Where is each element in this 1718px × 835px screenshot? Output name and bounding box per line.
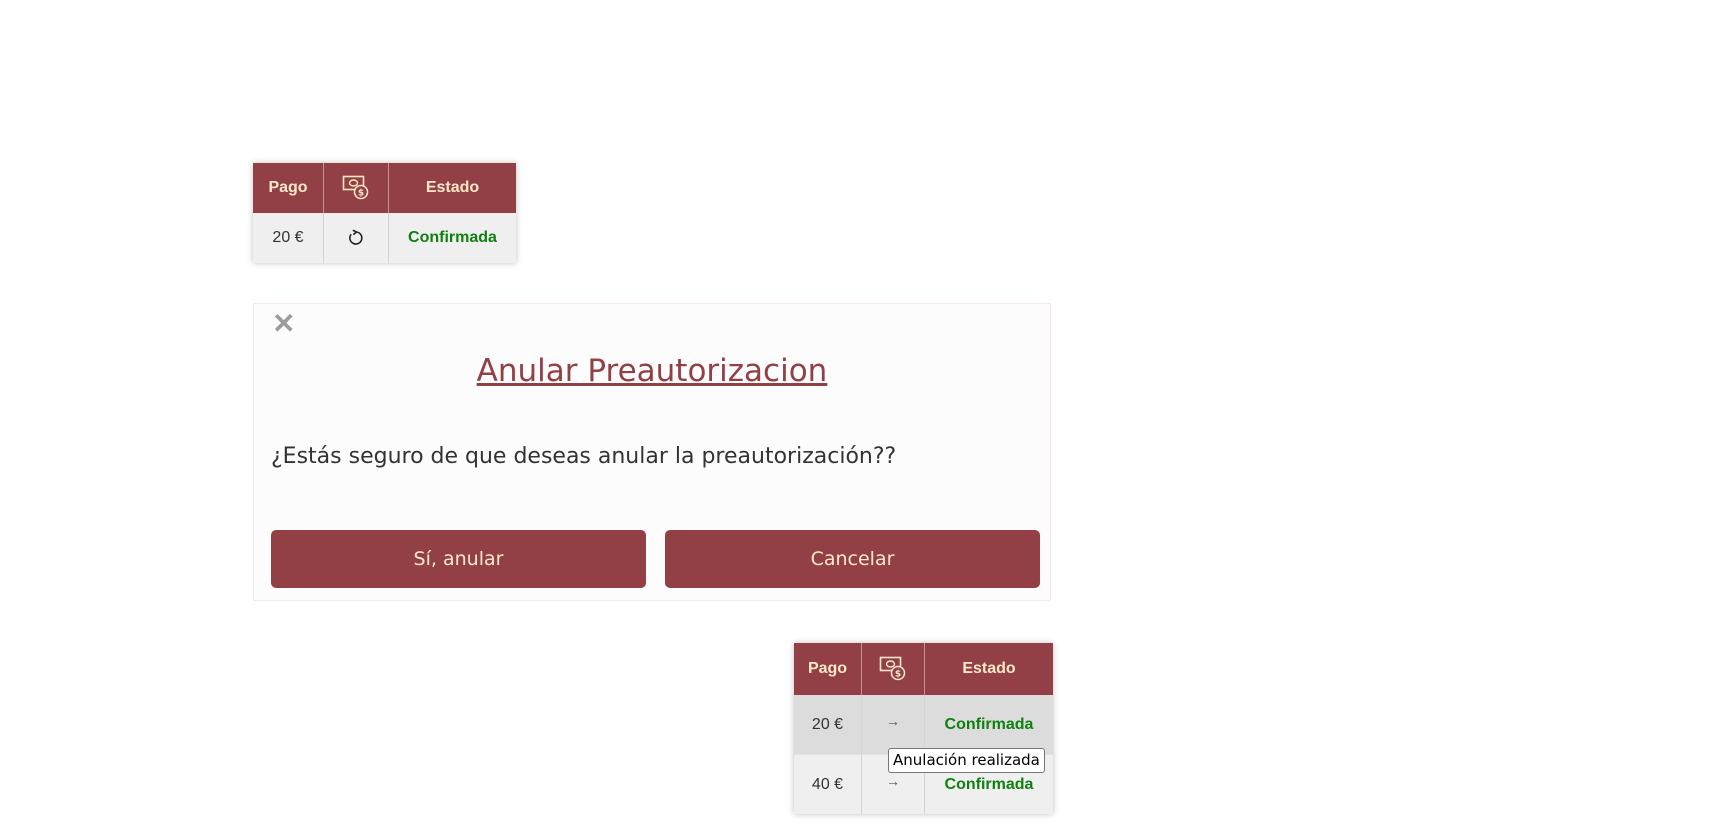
confirm-void-button[interactable]: Sí, anular	[271, 530, 646, 588]
pago-cell: 20 €	[794, 695, 862, 755]
pago-header: Pago	[253, 163, 324, 213]
payment-table-top: Pago $ Estado 20 € Confirmada	[253, 163, 516, 263]
estado-header: Estado	[388, 163, 516, 213]
svg-text:$: $	[358, 189, 364, 199]
table-row: 20 € Confirmada	[253, 213, 516, 263]
table-row[interactable]: 20 € → Confirmada	[794, 695, 1053, 755]
reload-icon[interactable]	[347, 229, 365, 247]
cash-refund-header: $	[861, 643, 925, 695]
cash-refund-icon: $	[342, 175, 369, 200]
status-cell: Confirmada	[924, 695, 1053, 755]
close-icon[interactable]: ✕	[272, 307, 295, 341]
dialog-title: Anular Preautorizacion	[476, 353, 828, 389]
pago-cell: 40 €	[794, 754, 862, 814]
status-cell: Confirmada	[388, 213, 516, 263]
arrow-right-icon[interactable]: →	[886, 773, 900, 789]
void-preauth-dialog: ✕ Anular Preautorizacion ¿Estás seguro d…	[253, 303, 1051, 601]
payment-table-bottom: Pago $ Estado 20 € → Confirmada 40 € → C…	[794, 643, 1053, 814]
arrow-right-icon[interactable]: →	[886, 713, 900, 729]
reload-button[interactable]	[323, 213, 389, 263]
tooltip: Anulación realizada	[888, 748, 1045, 773]
dialog-message: ¿Estás seguro de que deseas anular la pr…	[271, 444, 897, 469]
cash-refund-icon: $	[879, 656, 906, 681]
svg-text:$: $	[895, 670, 901, 680]
pago-cell: 20 €	[253, 213, 324, 263]
pago-header: Pago	[794, 643, 862, 695]
table-header-row: Pago $ Estado	[253, 163, 516, 213]
cash-refund-header: $	[323, 163, 389, 213]
action-cell[interactable]: →	[861, 695, 925, 755]
estado-header: Estado	[924, 643, 1053, 695]
table-header-row: Pago $ Estado	[794, 643, 1053, 695]
cancel-button[interactable]: Cancelar	[665, 530, 1040, 588]
